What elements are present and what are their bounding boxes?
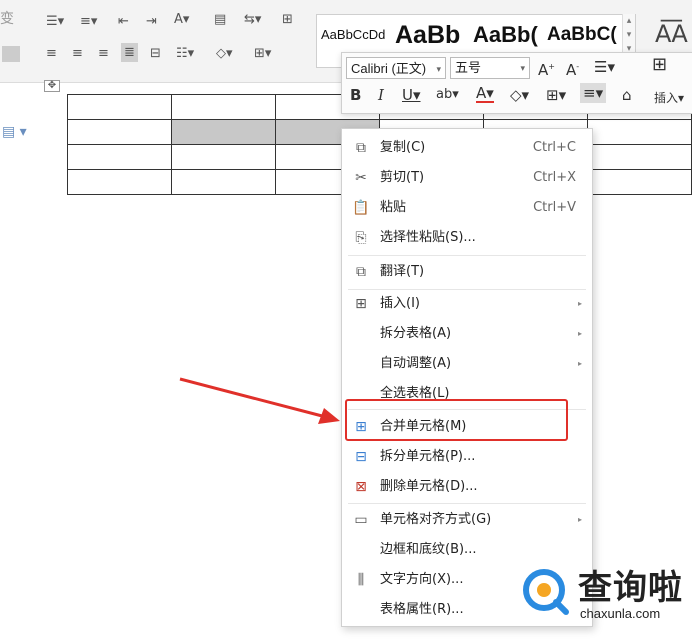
watermark-title: 查询啦 [578,568,683,608]
watermark-logo-icon [523,569,569,615]
watermark: 查询啦 chaxunla.com [518,560,688,630]
annotation-arrow [179,377,340,424]
watermark-url: chaxunla.com [580,606,661,621]
